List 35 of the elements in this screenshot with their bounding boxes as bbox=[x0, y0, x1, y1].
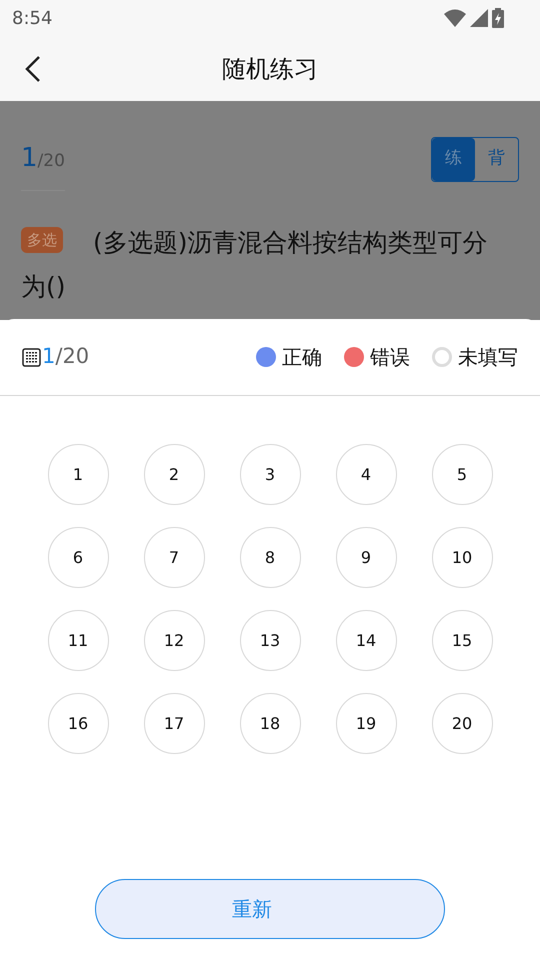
question-number-button[interactable]: 7 bbox=[144, 527, 204, 588]
question-number-button[interactable]: 11 bbox=[48, 610, 108, 671]
legend-label: 错误 bbox=[370, 344, 410, 371]
battery-icon bbox=[492, 8, 504, 28]
signal-icon bbox=[470, 9, 488, 27]
question-text: 为() bbox=[21, 271, 66, 303]
question-number-button[interactable]: 17 bbox=[144, 693, 204, 754]
sheet-current: 1 bbox=[42, 343, 56, 370]
page-title: 随机练习 bbox=[222, 54, 318, 84]
question-number-button[interactable]: 14 bbox=[336, 610, 396, 671]
question-number-button[interactable]: 9 bbox=[336, 527, 396, 588]
question-type-tag: 多选 bbox=[21, 227, 63, 253]
question-number-button[interactable]: 20 bbox=[432, 693, 492, 754]
question-number-button[interactable]: 16 bbox=[48, 693, 108, 754]
legend-label: 未填写 bbox=[458, 344, 518, 371]
question-number-button[interactable]: 8 bbox=[240, 527, 300, 588]
question-number-button[interactable]: 4 bbox=[336, 444, 396, 505]
question-number-button[interactable]: 2 bbox=[144, 444, 204, 505]
question-number-button[interactable]: 19 bbox=[336, 693, 396, 754]
status-time: 8:54 bbox=[12, 6, 52, 30]
question-number: 1 bbox=[21, 142, 38, 175]
question-number-button[interactable]: 1 bbox=[48, 444, 108, 505]
question-number-button[interactable]: 10 bbox=[432, 527, 492, 588]
question-number-button[interactable]: 13 bbox=[240, 610, 300, 671]
question-text: (多选题)沥青混合料按结构类型可分 bbox=[93, 227, 488, 259]
calendar-icon bbox=[22, 348, 41, 366]
sheet-total: /20 bbox=[55, 343, 90, 370]
wifi-icon bbox=[444, 9, 466, 27]
question-number-button[interactable]: 12 bbox=[144, 610, 204, 671]
legend-label: 正确 bbox=[282, 344, 322, 371]
question-number-button[interactable]: 6 bbox=[48, 527, 108, 588]
question-number-button[interactable]: 5 bbox=[432, 444, 492, 505]
question-number-button[interactable]: 15 bbox=[432, 610, 492, 671]
question-number-button[interactable]: 18 bbox=[240, 693, 300, 754]
question-number-button[interactable]: 3 bbox=[240, 444, 300, 505]
